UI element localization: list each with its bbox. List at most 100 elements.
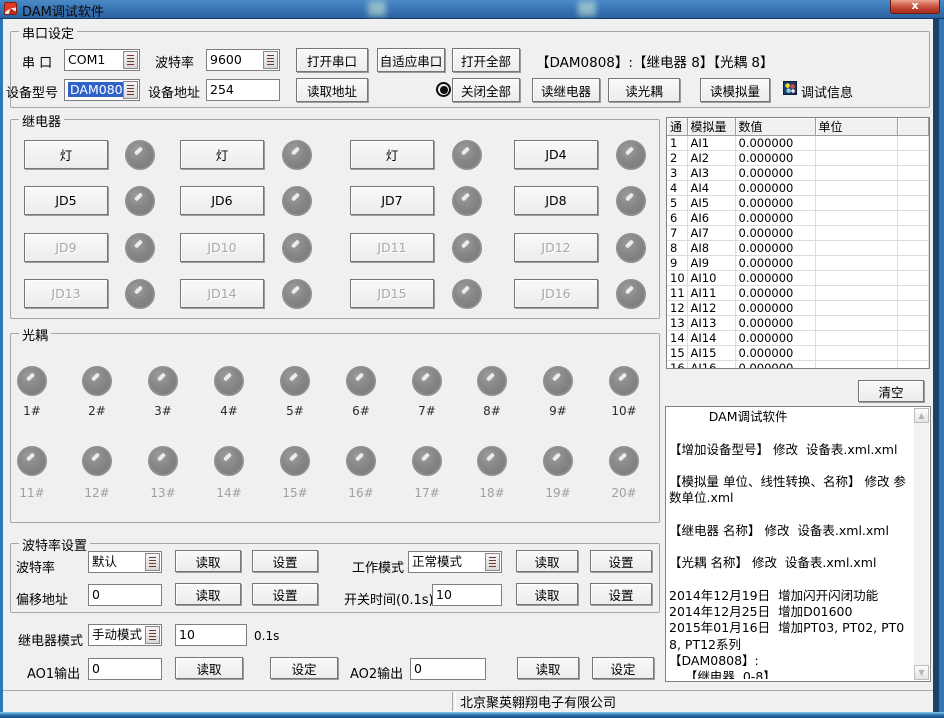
work-mode-select[interactable]: 正常模式 bbox=[408, 551, 502, 573]
close-all-button[interactable]: 关闭全部 bbox=[452, 78, 520, 102]
table-cell bbox=[897, 196, 929, 211]
table-cell: 0.000000 bbox=[735, 256, 815, 271]
relay-mode-select[interactable]: 手动模式 bbox=[88, 624, 162, 646]
relay-time-input[interactable]: 10 bbox=[175, 624, 247, 646]
ao1-set-button[interactable]: 设定 bbox=[270, 657, 338, 679]
table-cell: 12 bbox=[667, 301, 687, 316]
chevron-down-icon[interactable] bbox=[123, 51, 138, 69]
table-header-cell[interactable]: 数值 bbox=[735, 118, 815, 136]
table-header-cell[interactable]: 单位 bbox=[815, 118, 897, 136]
info-scrollbar[interactable]: ▲ ▼ bbox=[914, 408, 929, 680]
opto-label-20: 20# bbox=[602, 486, 646, 500]
table-row[interactable]: 9AI90.000000 bbox=[667, 256, 929, 271]
relay-button-16[interactable]: JD16 bbox=[514, 279, 598, 308]
table-row[interactable]: 4AI40.000000 bbox=[667, 181, 929, 196]
chevron-down-icon[interactable] bbox=[263, 51, 278, 69]
chevron-down-icon[interactable] bbox=[123, 81, 138, 99]
relay-button-9[interactable]: JD9 bbox=[24, 233, 108, 262]
switch-time-read-button[interactable]: 读取 bbox=[516, 583, 578, 605]
relay-button-7[interactable]: JD7 bbox=[350, 186, 434, 215]
debug-info-label: 调试信息 bbox=[801, 82, 853, 101]
table-row[interactable]: 5AI50.000000 bbox=[667, 196, 929, 211]
relay-button-8[interactable]: JD8 bbox=[514, 186, 598, 215]
model-select[interactable]: DAM0808 bbox=[64, 79, 140, 101]
open-port-button[interactable]: 打开串口 bbox=[296, 48, 368, 72]
read-relay-button[interactable]: 读继电器 bbox=[532, 78, 600, 102]
table-row[interactable]: 12AI120.000000 bbox=[667, 301, 929, 316]
table-row[interactable]: 1AI10.000000 bbox=[667, 136, 929, 151]
baud-set-button[interactable]: 设置 bbox=[252, 550, 318, 572]
switch-time-input[interactable]: 10 bbox=[432, 584, 502, 606]
table-row[interactable]: 16AI160.000000 bbox=[667, 361, 929, 370]
relay-button-5[interactable]: JD5 bbox=[24, 186, 108, 215]
ao2-set-button[interactable]: 设定 bbox=[592, 657, 654, 679]
table-cell: 0.000000 bbox=[735, 301, 815, 316]
chevron-down-icon[interactable] bbox=[485, 553, 500, 571]
opto-label-6: 6# bbox=[339, 404, 383, 418]
baud-read-button[interactable]: 读取 bbox=[175, 550, 241, 572]
work-mode-read-button[interactable]: 读取 bbox=[516, 550, 578, 572]
baud-default-select[interactable]: 默认 bbox=[88, 551, 162, 573]
adaptive-port-button[interactable]: 自适应串口 bbox=[377, 48, 445, 72]
relay-button-1[interactable]: 灯 bbox=[24, 140, 108, 169]
table-cell bbox=[815, 361, 897, 370]
relay-button-13[interactable]: JD13 bbox=[24, 279, 108, 308]
table-row[interactable]: 6AI60.000000 bbox=[667, 211, 929, 226]
table-cell: 6 bbox=[667, 211, 687, 226]
chevron-down-icon[interactable] bbox=[145, 553, 160, 571]
ao2-input[interactable]: 0 bbox=[410, 658, 486, 680]
table-row[interactable]: 13AI130.000000 bbox=[667, 316, 929, 331]
table-header-cell[interactable]: 模拟量 bbox=[687, 118, 735, 136]
table-row[interactable]: 3AI30.000000 bbox=[667, 166, 929, 181]
read-opto-button[interactable]: 读光耦 bbox=[608, 78, 680, 102]
table-row[interactable]: 10AI100.000000 bbox=[667, 271, 929, 286]
offset-read-button[interactable]: 读取 bbox=[175, 583, 241, 605]
offset-input[interactable]: 0 bbox=[88, 584, 162, 606]
opto-led-8 bbox=[477, 366, 507, 396]
relay-button-3[interactable]: 灯 bbox=[350, 140, 434, 169]
table-row[interactable]: 2AI20.000000 bbox=[667, 151, 929, 166]
switch-time-set-button[interactable]: 设置 bbox=[590, 583, 652, 605]
ao1-read-button[interactable]: 读取 bbox=[175, 657, 243, 679]
analog-table[interactable]: 通模拟量数值单位 1AI10.0000002AI20.0000003AI30.0… bbox=[666, 117, 930, 369]
info-panel: DAM调试软件 【增加设备型号】 修改 设备表.xml.xml 【模拟量 单位、… bbox=[665, 406, 931, 682]
open-all-button[interactable]: 打开全部 bbox=[452, 48, 520, 72]
table-cell bbox=[815, 241, 897, 256]
table-row[interactable]: 11AI110.000000 bbox=[667, 286, 929, 301]
work-mode-set-button[interactable]: 设置 bbox=[590, 550, 652, 572]
relay-button-4[interactable]: JD4 bbox=[514, 140, 598, 169]
read-analog-button[interactable]: 读模拟量 bbox=[700, 78, 770, 102]
chevron-down-icon[interactable] bbox=[145, 626, 160, 644]
table-header-cell[interactable] bbox=[897, 118, 929, 136]
relay-button-6[interactable]: JD6 bbox=[180, 186, 264, 215]
table-cell: 0.000000 bbox=[735, 226, 815, 241]
table-row[interactable]: 7AI70.000000 bbox=[667, 226, 929, 241]
scroll-down-icon[interactable]: ▼ bbox=[914, 665, 929, 680]
read-address-button[interactable]: 读取地址 bbox=[296, 78, 368, 102]
relay-led-4 bbox=[616, 140, 646, 170]
relay-led-7 bbox=[452, 186, 482, 216]
relay-button-2[interactable]: 灯 bbox=[180, 140, 264, 169]
table-cell bbox=[815, 346, 897, 361]
relay-button-10[interactable]: JD10 bbox=[180, 233, 264, 262]
ao1-input[interactable]: 0 bbox=[88, 658, 162, 680]
table-header-cell[interactable]: 通 bbox=[667, 118, 687, 136]
address-input[interactable]: 254 bbox=[206, 79, 280, 101]
scroll-up-icon[interactable]: ▲ bbox=[914, 408, 929, 423]
opto-label-19: 19# bbox=[536, 486, 580, 500]
port-select[interactable]: COM1 bbox=[64, 49, 140, 71]
table-row[interactable]: 15AI150.000000 bbox=[667, 346, 929, 361]
table-cell: 0.000000 bbox=[735, 181, 815, 196]
relay-button-12[interactable]: JD12 bbox=[514, 233, 598, 262]
baud-select[interactable]: 9600 bbox=[206, 49, 280, 71]
table-cell bbox=[897, 346, 929, 361]
close-button[interactable]: x bbox=[890, 0, 940, 14]
clear-button[interactable]: 清空 bbox=[858, 380, 924, 402]
relay-button-15[interactable]: JD15 bbox=[350, 279, 434, 308]
table-row[interactable]: 14AI140.000000 bbox=[667, 331, 929, 346]
offset-set-button[interactable]: 设置 bbox=[252, 583, 318, 605]
relay-button-14[interactable]: JD14 bbox=[180, 279, 264, 308]
table-row[interactable]: 8AI80.000000 bbox=[667, 241, 929, 256]
relay-button-11[interactable]: JD11 bbox=[350, 233, 434, 262]
ao2-read-button[interactable]: 读取 bbox=[517, 657, 579, 679]
